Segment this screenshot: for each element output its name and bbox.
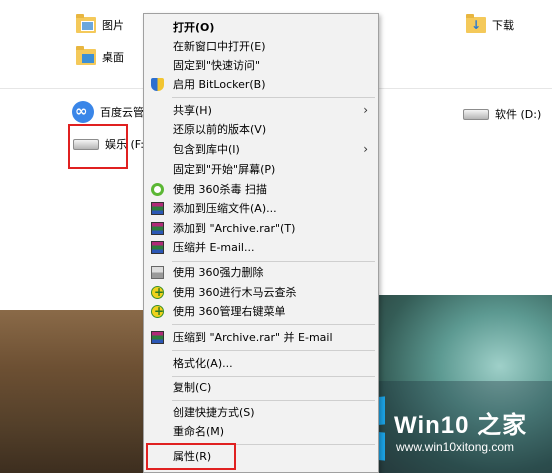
menu-item-bitlocker[interactable]: 启用 BitLocker(B) (144, 75, 378, 94)
desktop-folder[interactable]: 桌面 (76, 46, 124, 65)
drive-icon (463, 108, 489, 120)
menu-item-rename[interactable]: 重命名(M) (144, 422, 378, 441)
chevron-right-icon: › (363, 142, 368, 156)
context-menu: 打开(O) 在新窗口中打开(E) 固定到"快速访问" 启用 BitLocker(… (143, 13, 379, 473)
menu-separator (172, 97, 375, 98)
drive-d-item[interactable]: 软件 (D:) (463, 106, 541, 122)
drive-d-label: 软件 (D:) (495, 108, 542, 121)
bitlocker-shield-icon (151, 78, 164, 91)
menu-item-pin-start[interactable]: 固定到"开始"屏幕(P) (144, 160, 378, 179)
menu-separator (172, 376, 375, 377)
watermark-url: www.win10xitong.com (396, 440, 515, 454)
drive-f-highlight-box (68, 124, 128, 169)
360-trojan-scan-icon (151, 283, 164, 302)
watermark-brand: Win10 之家 (394, 412, 528, 439)
menu-item-360-shred[interactable]: 使用 360强力删除 (144, 263, 378, 282)
desktop-folder-icon (76, 46, 96, 65)
downloads-folder-icon (466, 14, 486, 33)
menu-item-open[interactable]: 打开(O) (144, 18, 378, 37)
menu-item-360-menu-manager[interactable]: 使用 360管理右键菜单 (144, 302, 378, 321)
menu-item-compress-rar-email[interactable]: 压缩到 "Archive.rar" 并 E-mail (144, 328, 378, 347)
360-menu-manager-icon (151, 302, 164, 321)
menu-item-open-new-window[interactable]: 在新窗口中打开(E) (144, 37, 378, 56)
pictures-folder[interactable]: 图片 (76, 14, 124, 33)
360-antivirus-icon (151, 183, 164, 196)
winrar-icon (151, 331, 164, 344)
menu-item-format[interactable]: 格式化(A)... (144, 354, 378, 373)
downloads-folder-label: 下载 (492, 19, 514, 32)
menu-item-pin-quick-access[interactable]: 固定到"快速访问" (144, 56, 378, 75)
pictures-folder-icon (76, 14, 96, 33)
menu-item-360-scan[interactable]: 使用 360杀毒 扫描 (144, 180, 378, 199)
desktop-folder-label: 桌面 (102, 51, 124, 64)
winrar-icon (151, 222, 164, 235)
menu-separator (172, 350, 375, 351)
chevron-right-icon: › (363, 103, 368, 117)
menu-item-include-library[interactable]: 包含到库中(I) › (144, 140, 378, 159)
menu-item-copy[interactable]: 复制(C) (144, 378, 378, 397)
downloads-folder[interactable]: 下载 (466, 14, 514, 33)
menu-item-add-archive[interactable]: 添加到压缩文件(A)... (144, 199, 378, 218)
menu-item-share[interactable]: 共享(H) › (144, 101, 378, 120)
menu-item-compress-email[interactable]: 压缩并 E-mail... (144, 238, 378, 257)
menu-item-restore-versions[interactable]: 还原以前的版本(V) (144, 120, 378, 139)
menu-item-create-shortcut[interactable]: 创建快捷方式(S) (144, 403, 378, 422)
baidu-cloud-icon (72, 101, 94, 123)
menu-separator (172, 261, 375, 262)
winrar-icon (151, 241, 164, 254)
properties-highlight-box (146, 443, 236, 470)
menu-item-360-trojan[interactable]: 使用 360进行木马云查杀 (144, 283, 378, 302)
pictures-folder-label: 图片 (102, 19, 124, 32)
winrar-icon (151, 202, 164, 215)
360-shredder-icon (151, 266, 164, 279)
menu-item-add-archive-rar[interactable]: 添加到 "Archive.rar"(T) (144, 219, 378, 238)
menu-separator (172, 324, 375, 325)
menu-separator (172, 400, 375, 401)
